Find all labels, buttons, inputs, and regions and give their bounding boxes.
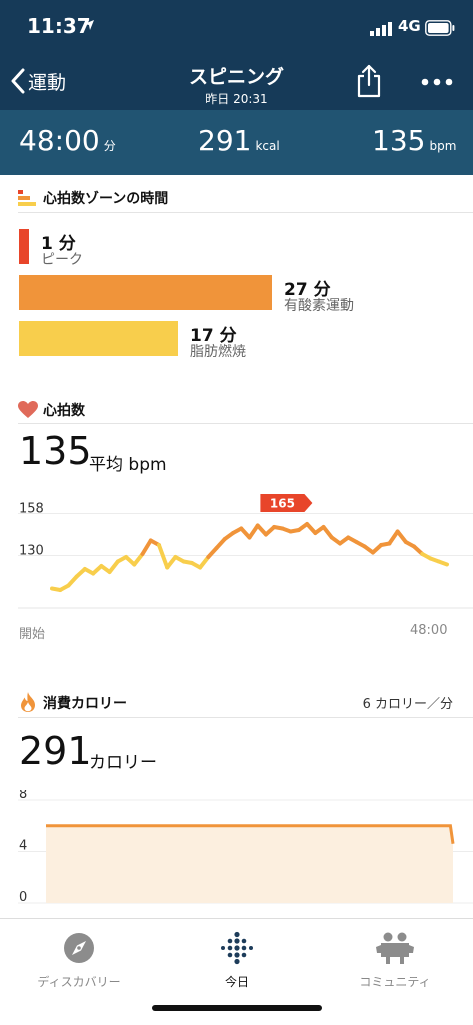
compass-icon: [64, 933, 94, 963]
zone-label: 有酸素運動: [284, 298, 354, 314]
calories-value: 291: [198, 124, 252, 157]
duration-value: 48:00: [19, 124, 100, 157]
share-icon[interactable]: [356, 64, 382, 98]
home-indicator: [152, 1005, 322, 1011]
peak-marker-label: 165: [270, 497, 295, 511]
y-tick-label: 8: [19, 790, 27, 802]
chart-start-label: 開始: [19, 627, 46, 642]
zone-bar: [19, 275, 272, 310]
zone-bar: [19, 229, 29, 264]
page-title: スピニング: [188, 66, 284, 88]
zones-bars-icon: [18, 190, 36, 206]
status-time: 11:37: [27, 14, 91, 38]
chart-end-label: 48:00: [410, 623, 448, 638]
duration-stat: 48:00 分: [19, 124, 116, 157]
calories-stat: 291 kcal: [198, 124, 280, 157]
y-tick-label: 158: [19, 502, 44, 517]
network-type: 4G: [398, 17, 421, 35]
summary-stats: 48:00 分 291 kcal 135 bpm: [0, 110, 473, 175]
calories-unit-label: カロリー: [89, 753, 157, 773]
nav-bar: 運動 スピニング 昨日 20:31: [0, 52, 473, 110]
calories-area: [46, 825, 453, 903]
calories-chart: 8 4 0: [18, 790, 473, 905]
heart-rate-stat: 135 bpm: [372, 124, 456, 157]
tab-today-label: 今日: [224, 975, 249, 989]
divider: [18, 423, 473, 424]
flame-icon: [21, 692, 35, 712]
tab-discovery[interactable]: ディスカバリー: [0, 927, 158, 997]
divider: [18, 212, 473, 213]
heart-rate-segment: [165, 555, 178, 570]
calories-rate: 6 カロリー／分: [362, 697, 453, 712]
tab-community[interactable]: コミュニティ: [316, 927, 473, 997]
heart-rate-segment: [395, 529, 408, 544]
heart-rate-segment: [156, 543, 170, 570]
y-tick-label: 4: [19, 839, 27, 854]
heart-rate-title: 心拍数: [43, 403, 85, 419]
app-header: 11:37 4G 運動 スピニング 昨日 20:31: [0, 0, 473, 110]
heart-rate-segment: [436, 559, 449, 567]
heart-rate-average: 135: [19, 429, 92, 473]
heart-rate-segment: [107, 559, 120, 574]
calories-unit: kcal: [255, 139, 280, 153]
heart-rate-segment: [198, 555, 211, 570]
bpm-value: 135: [372, 124, 426, 157]
tab-community-label: コミュニティ: [359, 975, 431, 989]
location-arrow-icon: [84, 20, 94, 30]
calories-total: 291: [19, 729, 92, 773]
signal-icon: [370, 22, 392, 36]
calories-title: 消費カロリー: [43, 696, 127, 712]
heart-rate-section-header: 心拍数: [0, 390, 473, 430]
heart-rate-chart: 158 130 165: [18, 494, 473, 609]
zone-bar: [19, 321, 178, 356]
zone-label: ピーク: [41, 252, 83, 268]
y-tick-label: 0: [19, 890, 27, 905]
fitbit-dots-icon: [221, 931, 253, 965]
heart-rate-segment: [140, 538, 153, 556]
tab-today[interactable]: 今日: [158, 927, 316, 997]
y-tick-label: 130: [19, 544, 44, 559]
battery-icon: [425, 20, 455, 36]
zone-label: 脂肪燃焼: [190, 344, 246, 360]
duration-unit: 分: [103, 139, 116, 153]
tab-discovery-label: ディスカバリー: [37, 975, 121, 989]
heart-rate-average-unit: 平均 bpm: [89, 455, 167, 475]
bpm-unit: bpm: [429, 139, 457, 153]
heart-rate-segment: [321, 525, 334, 540]
zones-title: 心拍数ゾーンの時間: [43, 191, 169, 207]
divider: [18, 717, 473, 718]
heart-rate-segment: [247, 523, 260, 540]
page-subtitle: 昨日 20:31: [205, 92, 268, 106]
heart-icon: [18, 401, 38, 418]
heart-rate-segment: [387, 529, 400, 546]
more-options-icon[interactable]: [420, 72, 454, 92]
community-icon: [376, 932, 414, 964]
status-bar: 11:37 4G: [0, 0, 473, 52]
